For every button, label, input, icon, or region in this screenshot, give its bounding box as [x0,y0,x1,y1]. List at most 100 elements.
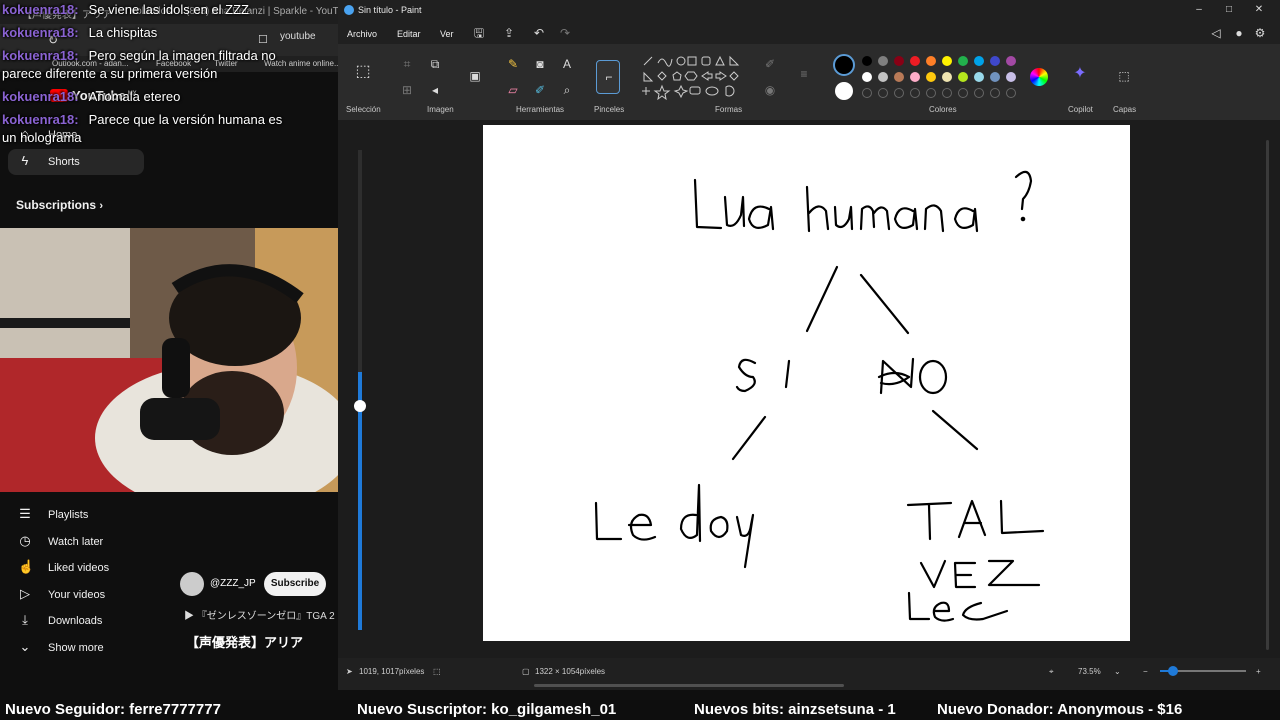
settings-icon[interactable]: ⚙ [1252,25,1268,41]
fit-to-window-icon[interactable]: ⌖ [1049,667,1054,677]
close-button[interactable]: ✕ [1244,2,1274,18]
color-swatch[interactable] [894,72,904,82]
empty-color-slot[interactable] [862,88,872,98]
address-bar[interactable]: youtube [280,31,316,42]
sidebar-item-watch-later[interactable]: ◷ Watch later [8,529,144,555]
rectangle-select-icon[interactable]: ⬚ [355,64,371,80]
title-bar: Sin título - Paint – □ ✕ [338,0,1280,20]
color-swatch[interactable] [958,72,968,82]
canvas-size: 1322 × 1054píxeles [535,667,606,676]
color-swatch[interactable] [1006,72,1016,82]
paint-app-icon [344,5,354,15]
empty-color-slot[interactable] [974,88,984,98]
horizontal-scrollbar[interactable] [534,684,844,687]
color-swatch[interactable] [958,56,968,66]
color-swatch[interactable] [974,72,984,82]
magnifier-icon[interactable]: ⌕ [559,82,575,98]
sidebar-item-downloads[interactable]: ⤓ Downloads [8,608,144,634]
channel-avatar[interactable] [180,572,204,596]
zoom-level[interactable]: 73.5% [1078,667,1101,676]
color-swatch[interactable] [878,72,888,82]
chat-message: un holograma [2,130,82,145]
shape-fill-icon[interactable]: ◉ [762,82,778,98]
ticker-follower: Nuevo Seguidor: ferre7777777 [5,701,221,718]
color-swatch[interactable] [894,56,904,66]
sidebar-item-playlists[interactable]: ☰ Playlists [8,502,144,528]
opacity-icon[interactable] [354,400,366,412]
color-swatch[interactable] [862,56,872,66]
minimize-button[interactable]: – [1184,2,1214,18]
sidebar-item-shorts[interactable]: ϟ Shorts [8,149,144,175]
pencil-icon[interactable]: ✎ [505,56,521,72]
eraser-icon[interactable]: ▱ [505,82,521,98]
video-heading: 【声優発表】アリア [186,635,304,650]
color-swatch[interactable] [926,56,936,66]
empty-color-slot[interactable] [894,88,904,98]
color-swatch[interactable] [990,56,1000,66]
color-swatch[interactable] [974,56,984,66]
empty-color-slot[interactable] [958,88,968,98]
resize-icon[interactable]: ⧉ [427,56,443,72]
share-icon[interactable]: ⇪ [501,25,517,41]
color-swatch[interactable] [862,72,872,82]
crop-icon[interactable]: ⌗ [399,56,415,72]
color-swatch[interactable] [910,56,920,66]
video-title[interactable]: ▶ 『ゼンレスゾーンゼロ』TGA 2 [184,607,335,622]
color-swatch[interactable] [910,72,920,82]
text-icon[interactable]: A [559,56,575,72]
color-swatch[interactable] [926,72,936,82]
fill-bucket-icon[interactable]: ◙ [532,56,548,72]
account-icon[interactable]: ● [1231,25,1247,41]
primary-color[interactable] [833,54,855,76]
color-swatch[interactable] [878,56,888,66]
menu-archivo[interactable]: Archivo [347,29,377,39]
feedback-icon[interactable]: ◁ [1208,25,1224,41]
sidebar-item-your-videos[interactable]: ▷ Your videos [8,582,144,608]
save-icon[interactable]: 🖫 [471,25,487,41]
subscribe-button[interactable]: Subscribe [264,572,326,596]
shapes-gallery[interactable] [642,55,742,101]
vertical-scrollbar[interactable] [1266,140,1269,650]
color-swatch[interactable] [942,56,952,66]
subscriptions-heading[interactable]: Subscriptions › [16,198,103,212]
group-label: Imagen [427,105,454,114]
drawing-canvas[interactable] [483,125,1130,641]
webcam-feed [0,228,357,492]
group-label: Colores [929,105,957,114]
channel-name[interactable]: @ZZZ_JP [210,578,256,589]
color-swatch[interactable] [990,72,1000,82]
color-swatch[interactable] [942,72,952,82]
menu-ver[interactable]: Ver [440,29,454,39]
zoom-in-icon[interactable]: + [1256,667,1261,676]
flip-icon[interactable]: ◂ [427,82,443,98]
size-icon[interactable]: ≡ [796,66,812,82]
edit-colors-icon[interactable] [1030,68,1048,86]
brushes-button[interactable]: ⌐ [596,60,620,94]
rotate-icon[interactable]: ⊞ [399,82,415,98]
empty-color-slot[interactable] [910,88,920,98]
empty-color-slot[interactable] [990,88,1000,98]
image-fill-icon[interactable]: ▣ [467,68,483,84]
secondary-color[interactable] [835,82,853,100]
redo-icon[interactable]: ↷ [557,25,573,41]
outline-icon[interactable]: ✐ [762,56,778,72]
empty-color-slot[interactable] [942,88,952,98]
bookmark-icon[interactable]: ☐ [258,33,268,46]
color-picker-icon[interactable]: ✐ [532,82,548,98]
channel-row: @ZZZ_JP Subscribe [180,572,338,596]
chevron-down-icon[interactable]: ⌄ [1114,667,1121,676]
empty-color-slot[interactable] [878,88,888,98]
undo-icon[interactable]: ↶ [531,25,547,41]
menu-editar[interactable]: Editar [397,29,421,39]
layers-icon[interactable]: ⬚ [1116,68,1132,84]
download-icon: ⤓ [22,612,28,627]
copilot-icon[interactable]: ✦ [1072,66,1088,82]
empty-color-slot[interactable] [926,88,936,98]
zoom-slider-thumb[interactable] [1168,666,1178,676]
color-swatch[interactable] [1006,56,1016,66]
zoom-out-icon[interactable]: − [1143,667,1148,676]
empty-color-slot[interactable] [1006,88,1016,98]
sidebar-item-liked-videos[interactable]: ☝ Liked videos [8,555,144,581]
sidebar-item-show-more[interactable]: ⌄ Show more [8,635,144,661]
maximize-button[interactable]: □ [1214,2,1244,18]
